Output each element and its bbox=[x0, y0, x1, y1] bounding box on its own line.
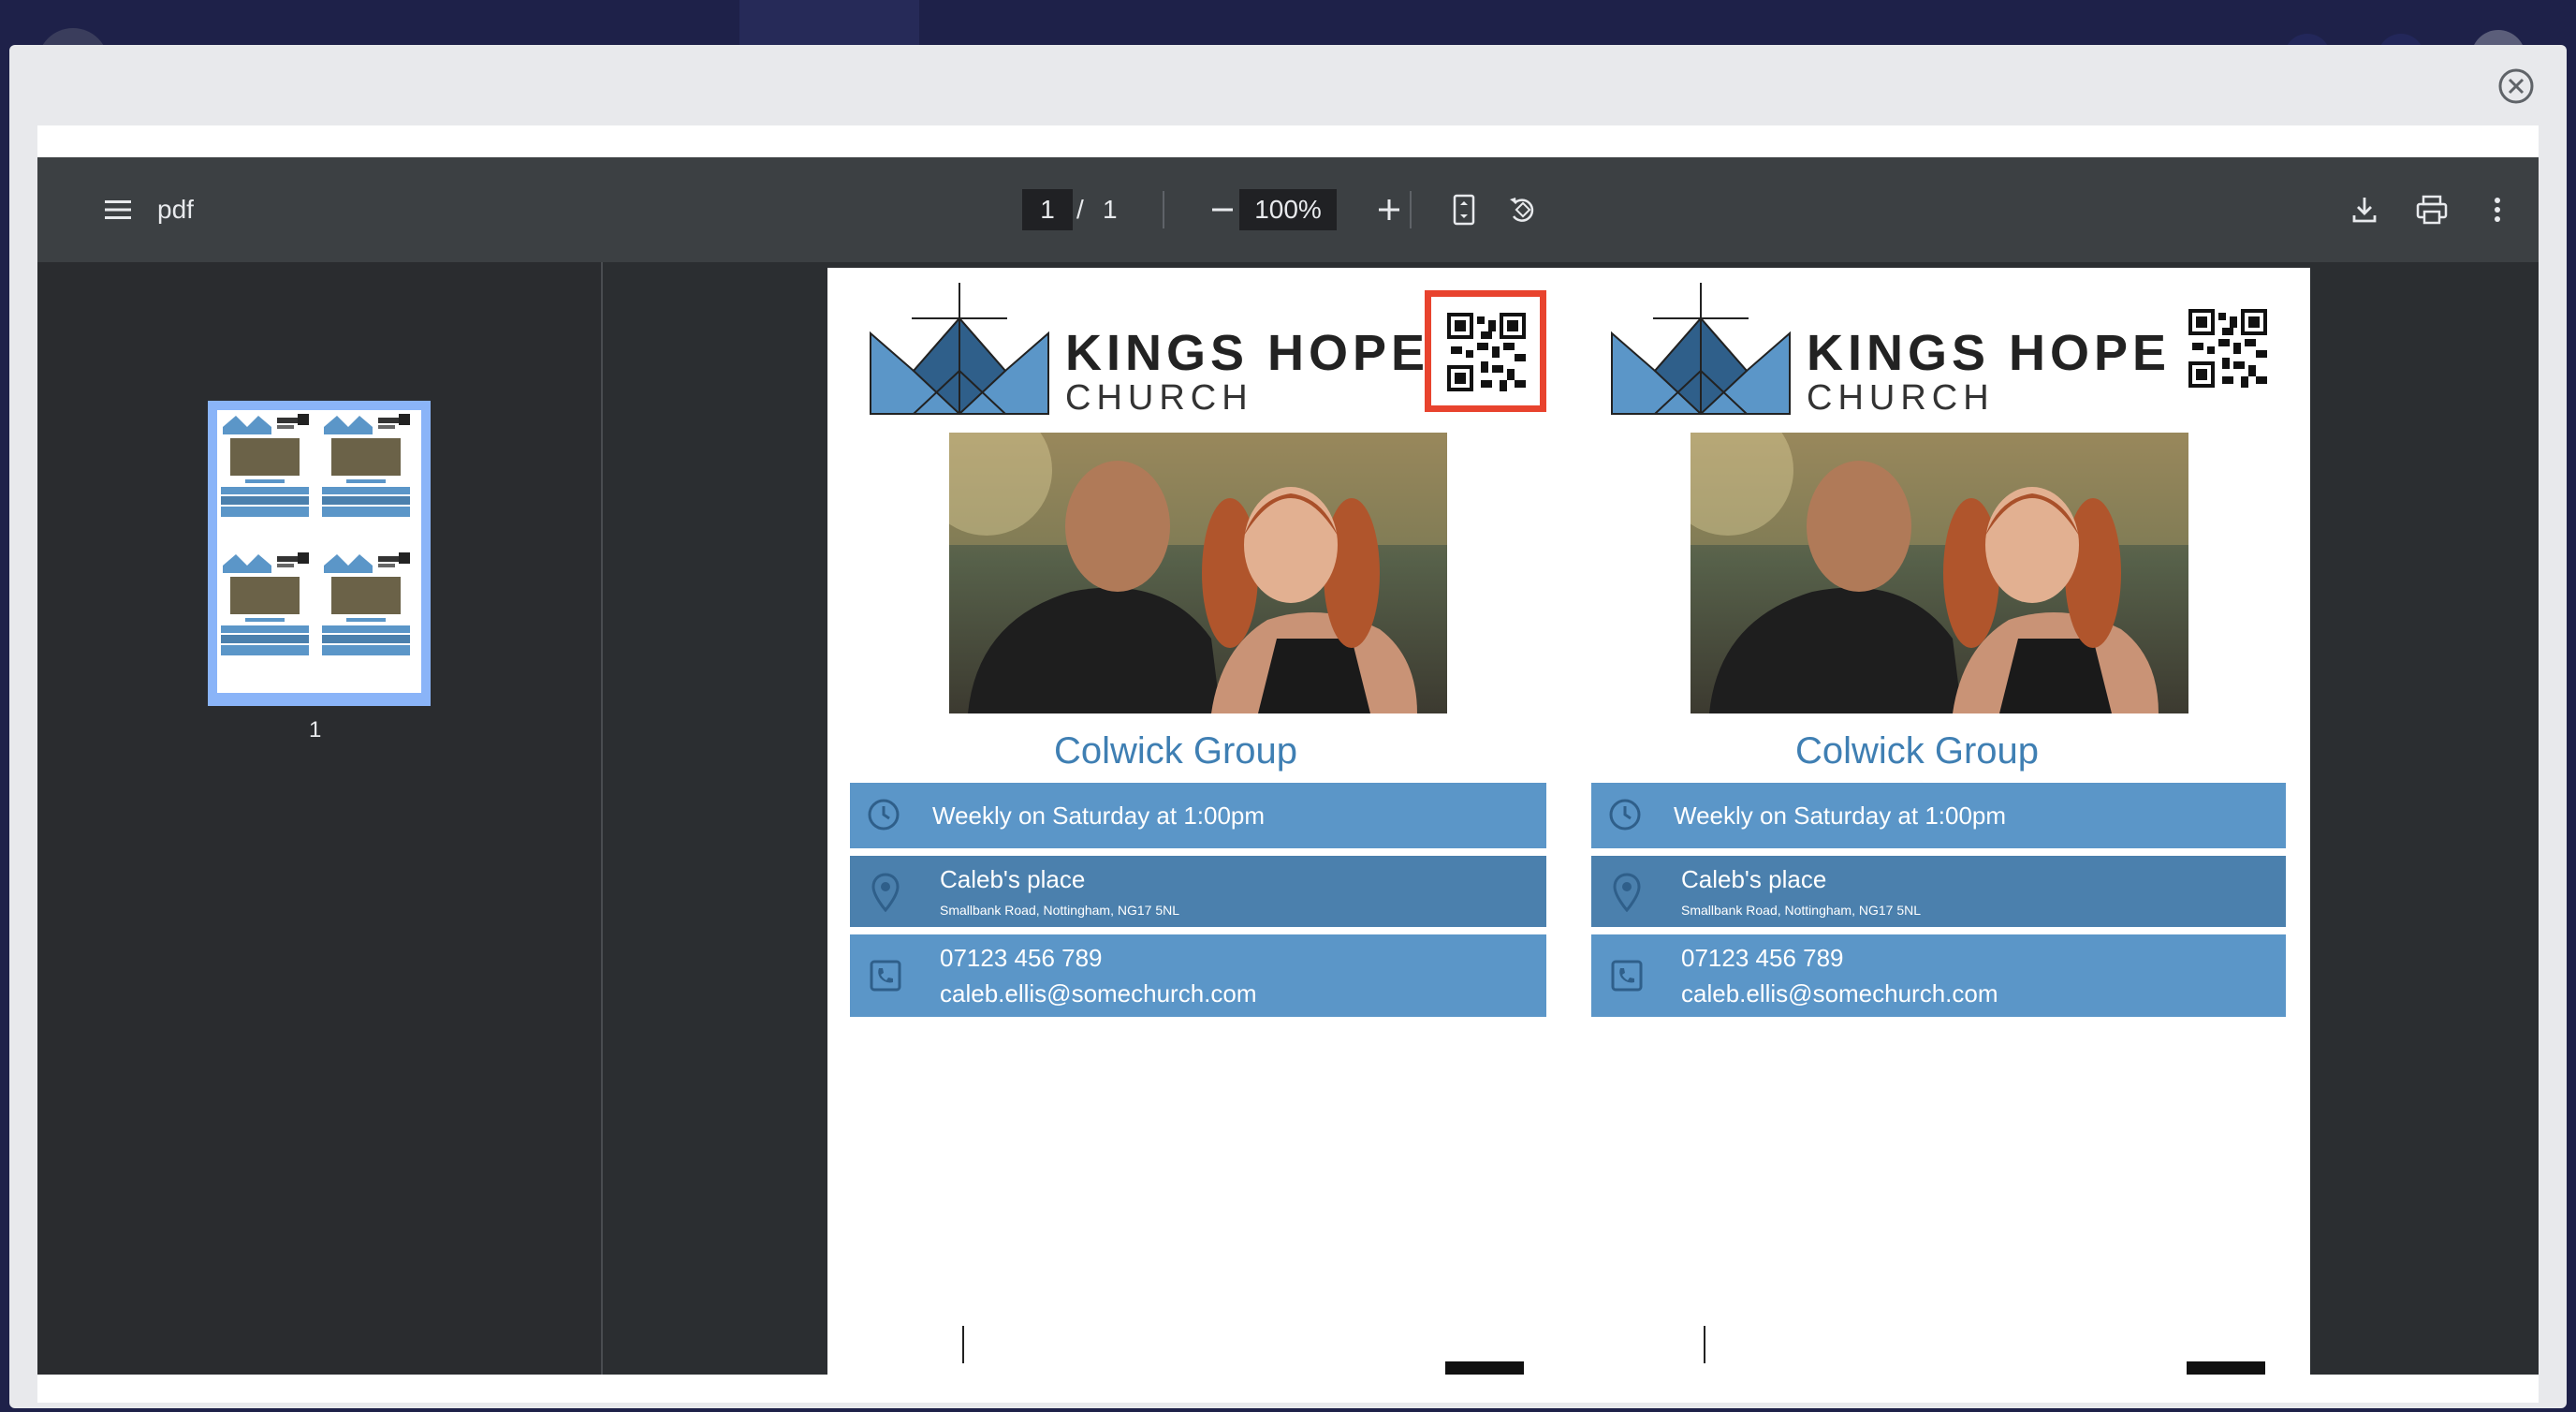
document-area: KINGS HOPE CHURCH Colwick Group Weekly o… bbox=[603, 262, 2539, 1375]
schedule-text: Weekly on Saturday at 1:00pm bbox=[932, 802, 1266, 830]
zoom-in-button[interactable] bbox=[1367, 187, 1412, 232]
document-title: pdf bbox=[157, 195, 194, 224]
phone-icon bbox=[870, 960, 901, 992]
map-pin-icon bbox=[871, 873, 900, 912]
phone-number: 07123 456 789 bbox=[940, 944, 1103, 972]
group-name: Colwick Group bbox=[1053, 730, 1298, 772]
thumbnail-preview bbox=[217, 410, 421, 693]
thumbnail-image bbox=[221, 414, 410, 655]
download-button[interactable] bbox=[2342, 187, 2387, 232]
phone-icon bbox=[1611, 960, 1643, 992]
photo-illustration bbox=[1690, 433, 2188, 713]
rotate-icon bbox=[1510, 198, 1534, 222]
clock-icon bbox=[1609, 799, 1641, 831]
email-address: caleb.ellis@somechurch.com bbox=[940, 979, 1257, 1008]
page-thumbnail[interactable] bbox=[208, 401, 431, 706]
more-vert-icon bbox=[2495, 198, 2500, 222]
next-card-logo-cross bbox=[1704, 1326, 1705, 1363]
fit-page-button[interactable] bbox=[1442, 187, 1486, 232]
thumbnail-sidebar: 1 bbox=[37, 262, 603, 1375]
schedule-text: Weekly on Saturday at 1:00pm bbox=[1674, 802, 2007, 830]
download-icon bbox=[2352, 198, 2377, 223]
brand-name: KINGS HOPE bbox=[1065, 325, 1430, 381]
zoom-out-button[interactable] bbox=[1200, 187, 1245, 232]
clock-icon bbox=[868, 799, 900, 831]
group-name: Colwick Group bbox=[1794, 730, 2040, 772]
page-separator: / bbox=[1076, 195, 1084, 224]
flyer-card: KINGS HOPE CHURCH Colwick Group Weekly o… bbox=[1569, 268, 2286, 1375]
couple-photo bbox=[949, 433, 1447, 713]
contact-row: 07123 456 789 caleb.ellis@somechurch.com bbox=[1591, 934, 2286, 1017]
close-modal-button[interactable] bbox=[2497, 67, 2535, 105]
couple-photo bbox=[1690, 433, 2188, 713]
page-number-input[interactable]: 1 bbox=[1022, 189, 1073, 230]
hamburger-icon bbox=[105, 200, 131, 219]
next-card-qr-code-icon bbox=[1445, 1361, 1524, 1375]
phone-number: 07123 456 789 bbox=[1681, 944, 1844, 972]
contact-row: 07123 456 789 caleb.ellis@somechurch.com bbox=[850, 934, 1546, 1017]
map-pin-icon bbox=[1613, 873, 1641, 912]
zoom-level-input[interactable]: 100% bbox=[1239, 189, 1337, 230]
photo-illustration bbox=[949, 433, 1447, 713]
plus-icon bbox=[1379, 199, 1399, 220]
location-row: Caleb's place Smallbank Road, Nottingham… bbox=[850, 856, 1546, 927]
next-card-qr-code-icon bbox=[2187, 1361, 2265, 1375]
more-options-button[interactable] bbox=[2475, 187, 2520, 232]
pdf-viewer: pdf 1 / 1 100% 1 KINGS HOPE CHURCH Colwi… bbox=[37, 157, 2539, 1375]
menu-button[interactable] bbox=[95, 187, 140, 232]
location-name: Caleb's place bbox=[1681, 865, 1827, 893]
rotate-button[interactable] bbox=[1500, 187, 1544, 232]
location-address: Smallbank Road, Nottingham, NG17 5NL bbox=[940, 903, 1180, 918]
brand-subtitle: CHURCH bbox=[1065, 378, 1253, 418]
toolbar-divider bbox=[1163, 191, 1164, 228]
qr-code-icon bbox=[1447, 313, 1526, 391]
schedule-row: Weekly on Saturday at 1:00pm bbox=[1591, 783, 2286, 848]
qr-code-icon bbox=[2188, 309, 2267, 388]
pdf-page: KINGS HOPE CHURCH Colwick Group Weekly o… bbox=[827, 268, 2310, 1375]
total-pages: 1 bbox=[1103, 195, 1118, 224]
print-button[interactable] bbox=[2409, 187, 2454, 232]
location-row: Caleb's place Smallbank Road, Nottingham… bbox=[1591, 856, 2286, 927]
flyer-card: KINGS HOPE CHURCH Colwick Group Weekly o… bbox=[827, 268, 1546, 1375]
location-name: Caleb's place bbox=[940, 865, 1086, 893]
toolbar-divider bbox=[1410, 191, 1412, 228]
printer-icon bbox=[2416, 195, 2448, 225]
minus-icon bbox=[1212, 208, 1233, 212]
email-address: caleb.ellis@somechurch.com bbox=[1681, 979, 1998, 1008]
church-logo-icon bbox=[1611, 283, 1791, 416]
pdf-toolbar: pdf 1 / 1 100% bbox=[37, 157, 2539, 262]
thumbnail-page-number: 1 bbox=[309, 717, 322, 743]
church-logo-icon bbox=[870, 283, 1049, 416]
brand-name: KINGS HOPE bbox=[1807, 325, 2172, 381]
brand-subtitle: CHURCH bbox=[1807, 378, 1995, 418]
location-address: Smallbank Road, Nottingham, NG17 5NL bbox=[1681, 903, 1922, 918]
schedule-row: Weekly on Saturday at 1:00pm bbox=[850, 783, 1546, 848]
close-circle-icon bbox=[2498, 68, 2534, 104]
fit-to-page-icon bbox=[1453, 194, 1475, 226]
next-card-logo-cross bbox=[962, 1326, 964, 1363]
